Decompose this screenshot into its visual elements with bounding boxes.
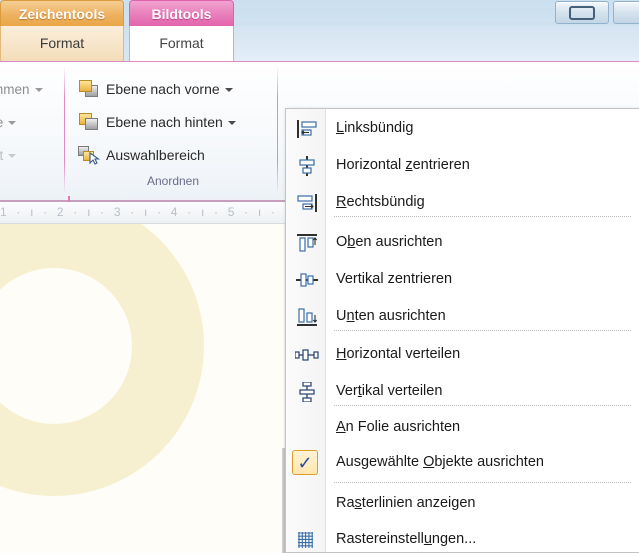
ribbon-button-send-backward[interactable]: Ebene nach hinten <box>78 109 236 135</box>
group-divider <box>277 66 278 194</box>
chevron-down-icon <box>224 87 233 92</box>
ribbon-item-label: te <box>0 115 3 130</box>
checkmark-icon: ✓ <box>292 450 318 475</box>
menu-item-distribute-horizontal[interactable]: Horizontal verteilen <box>286 339 639 370</box>
menu-item-grid-settings[interactable]: Rastereinstellungen... <box>286 524 639 552</box>
contextual-group-bildtools[interactable]: Bildtools <box>129 0 234 26</box>
powerpoint-window: Zeichentools Bildtools Format Format mme… <box>0 0 639 553</box>
group-divider <box>64 66 65 194</box>
ribbon-button-label: Ebene nach hinten <box>106 114 223 130</box>
contextual-group-zeichentools[interactable]: Zeichentools <box>0 0 124 26</box>
align-dropdown-menu: Linksbündig Horizontal zentrieren Rechts… <box>285 108 639 553</box>
menu-item-label: Unten ausrichten <box>336 308 446 324</box>
slide[interactable]: auf (15-Minuten-Takt) <box>0 224 284 553</box>
menu-item-label: Vertikal zentrieren <box>336 271 453 287</box>
restore-icon <box>569 5 595 20</box>
ribbon-item-label: mmen <box>0 82 30 97</box>
align-center-h-icon <box>295 156 319 176</box>
tab-row-filler <box>234 26 639 62</box>
tab-format-drawing[interactable]: Format <box>0 26 124 62</box>
ribbon-button-label: Ebene nach vorne <box>106 81 220 97</box>
chevron-down-icon <box>8 120 17 125</box>
menu-item-label: Vertikal verteilen <box>336 383 443 399</box>
align-right-icon <box>295 193 319 213</box>
menu-item-label: Linksbündig <box>336 120 414 136</box>
tab-label: Format <box>159 35 204 51</box>
ribbon-button-selection-pane[interactable]: Auswahlbereich <box>78 142 205 168</box>
tab-format-picture[interactable]: Format <box>129 26 234 62</box>
bring-forward-icon <box>78 80 100 98</box>
chevron-down-icon <box>8 153 17 158</box>
menu-item-align-middle-vertical[interactable]: Vertikal zentrieren <box>286 264 639 295</box>
ribbon-tab-row: Format Format <box>0 26 639 62</box>
menu-item-label: Oben ausrichten <box>336 234 443 250</box>
menu-item-show-gridlines[interactable]: Rasterlinien anzeigen <box>286 488 639 519</box>
menu-separator <box>334 216 631 218</box>
grid-settings-icon <box>295 530 319 550</box>
chevron-down-icon <box>34 87 43 92</box>
ribbon-button-bring-forward[interactable]: Ebene nach vorne <box>78 76 233 102</box>
align-top-icon <box>295 233 319 253</box>
send-backward-icon <box>78 113 100 131</box>
ribbon-item-effekte[interactable]: te <box>0 115 17 130</box>
distribute-v-icon <box>295 382 319 402</box>
ribbon-item-layout[interactable]: ut <box>0 148 17 163</box>
menu-item-align-selected-objects[interactable]: ✓ Ausgewählte Objekte ausrichten <box>286 447 639 478</box>
menu-item-distribute-vertical[interactable]: Vertikal verteilen <box>286 376 639 407</box>
ribbon-button-label: Auswahlbereich <box>106 147 205 163</box>
decorative-donut-shape <box>0 224 204 496</box>
restore-window-button[interactable] <box>555 1 609 24</box>
close-window-button[interactable] <box>613 1 639 24</box>
menu-item-label: Ausgewählte Objekte ausrichten <box>336 454 544 470</box>
align-middle-v-icon <box>295 270 319 290</box>
tab-label: Format <box>39 35 85 51</box>
selection-pane-icon <box>78 146 101 166</box>
group-label-anordnen: Anordnen <box>146 174 200 188</box>
distribute-h-icon <box>295 345 319 365</box>
menu-item-label: An Folie ausrichten <box>336 419 461 435</box>
menu-item-align-to-slide[interactable]: An Folie ausrichten <box>286 412 639 443</box>
menu-item-align-top[interactable]: Oben ausrichten <box>286 227 639 258</box>
ribbon-item-label: ut <box>0 148 4 163</box>
window-controls <box>543 0 639 27</box>
align-bottom-icon <box>295 307 319 327</box>
menu-item-label: Horizontal verteilen <box>336 346 461 362</box>
check-glyph: ✓ <box>297 452 313 473</box>
contextual-group-label: Bildtools <box>151 6 212 22</box>
ribbon-item-rahmen[interactable]: mmen <box>0 82 43 97</box>
menu-item-label: Rasterlinien anzeigen <box>336 495 476 511</box>
menu-item-label: Rastereinstellungen... <box>336 531 477 547</box>
align-left-icon <box>295 119 319 139</box>
chevron-down-icon <box>227 120 236 125</box>
menu-item-label: Horizontal zentrieren <box>336 157 470 173</box>
menu-separator <box>334 330 631 332</box>
menu-item-label: Rechtsbündig <box>336 194 425 210</box>
menu-item-align-left[interactable]: Linksbündig <box>286 113 639 144</box>
menu-item-align-center-horizontal[interactable]: Horizontal zentrieren <box>286 150 639 181</box>
contextual-group-label: Zeichentools <box>18 6 106 22</box>
menu-separator <box>334 482 631 484</box>
menu-item-align-bottom[interactable]: Unten ausrichten <box>286 301 639 332</box>
menu-separator <box>334 405 631 407</box>
menu-item-align-right[interactable]: Rechtsbündig <box>286 187 639 218</box>
